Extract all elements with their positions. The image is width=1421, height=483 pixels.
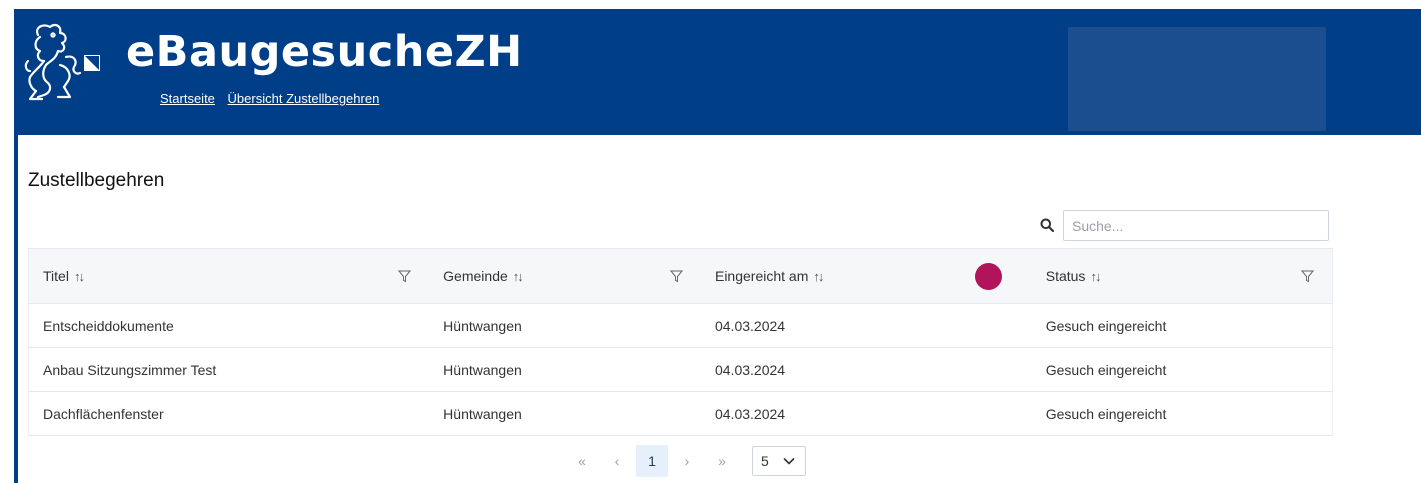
table-row[interactable]: Dachflächenfenster Hüntwangen 04.03.2024… bbox=[28, 391, 1333, 436]
cell-gemeinde: Hüntwangen bbox=[443, 361, 522, 378]
column-header-label: Status bbox=[1045, 268, 1086, 284]
column-header-label: Eingereicht am bbox=[714, 268, 809, 284]
column-header-label: Titel bbox=[43, 268, 69, 284]
cell-gemeinde: Hüntwangen bbox=[443, 405, 522, 422]
column-header-status[interactable]: Status ↑↓ bbox=[1031, 248, 1333, 304]
sort-icon[interactable]: ↑↓ bbox=[1090, 269, 1101, 284]
filter-icon[interactable] bbox=[398, 270, 412, 283]
zurich-flag-icon bbox=[84, 55, 100, 71]
cell-status: Gesuch eingereicht bbox=[1045, 405, 1167, 422]
page-title: Zustellbegehren bbox=[28, 170, 165, 191]
nav-link-uebersicht-zustellbegehren[interactable]: Übersicht Zustellbegehren bbox=[228, 91, 380, 106]
chevron-down-icon bbox=[783, 457, 795, 465]
pagination: « ‹ 1 › » 5 bbox=[566, 445, 806, 477]
sort-icon[interactable]: ↑↓ bbox=[813, 269, 824, 284]
cell-eingereicht-am: 04.03.2024 bbox=[714, 405, 786, 422]
cell-titel: Anbau Sitzungszimmer Test bbox=[43, 361, 217, 378]
column-header-eingereicht-am[interactable]: Eingereicht am ↑↓ bbox=[700, 248, 1032, 304]
rows-per-page-select[interactable]: 5 bbox=[752, 446, 806, 476]
cell-eingereicht-am: 04.03.2024 bbox=[714, 317, 786, 334]
filter-icon[interactable] bbox=[1301, 270, 1314, 283]
previous-page-button[interactable]: ‹ bbox=[601, 445, 633, 477]
sort-icon[interactable]: ↑↓ bbox=[74, 269, 85, 284]
page-left-border bbox=[14, 9, 18, 483]
header-user-panel bbox=[1068, 27, 1326, 131]
search-icon bbox=[1040, 218, 1054, 232]
cell-titel: Dachflächenfenster bbox=[43, 405, 164, 422]
search-input[interactable] bbox=[1063, 210, 1329, 241]
table-row[interactable]: Anbau Sitzungszimmer Test Hüntwangen 04.… bbox=[28, 347, 1333, 392]
cell-gemeinde: Hüntwangen bbox=[443, 317, 522, 334]
filter-icon[interactable] bbox=[669, 270, 683, 283]
app-header: eBaugesucheZH Startseite Übersicht Zuste… bbox=[14, 9, 1421, 135]
cell-status: Gesuch eingereicht bbox=[1045, 361, 1167, 378]
table-row[interactable]: Entscheiddokumente Hüntwangen 04.03.2024… bbox=[28, 303, 1333, 348]
cell-titel: Entscheiddokumente bbox=[43, 317, 174, 334]
column-header-gemeinde[interactable]: Gemeinde ↑↓ bbox=[429, 248, 701, 304]
first-page-button[interactable]: « bbox=[566, 445, 598, 477]
sort-icon[interactable]: ↑↓ bbox=[513, 269, 524, 284]
next-page-button[interactable]: › bbox=[671, 445, 703, 477]
cell-status: Gesuch eingereicht bbox=[1045, 317, 1167, 334]
column-header-label: Gemeinde bbox=[443, 268, 508, 284]
rows-per-page-value: 5 bbox=[761, 453, 769, 469]
cell-eingereicht-am: 04.03.2024 bbox=[714, 361, 786, 378]
active-filter-indicator[interactable] bbox=[974, 262, 1002, 290]
nav-link-startseite[interactable]: Startseite bbox=[160, 91, 215, 106]
page-button-current[interactable]: 1 bbox=[636, 445, 668, 477]
last-page-button[interactable]: » bbox=[706, 445, 738, 477]
header-nav: Startseite Übersicht Zustellbegehren bbox=[160, 91, 388, 106]
zustellbegehren-table: Titel ↑↓ Gemeinde ↑↓ Eingereicht am ↑↓ S… bbox=[28, 248, 1333, 436]
app-title: eBaugesucheZH bbox=[126, 27, 523, 77]
page-margin bbox=[0, 0, 14, 483]
zurich-lion-logo-icon bbox=[24, 23, 82, 101]
column-header-titel[interactable]: Titel ↑↓ bbox=[28, 248, 430, 304]
